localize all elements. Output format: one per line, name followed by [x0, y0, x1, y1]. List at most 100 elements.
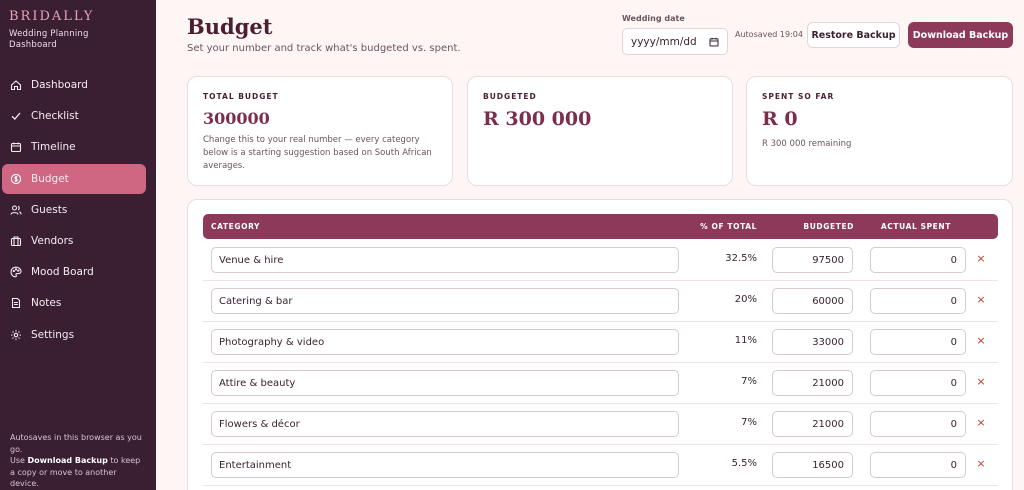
sidebar-item-settings[interactable]: Settings	[2, 320, 146, 350]
brand-subtitle-line1: Wedding Planning	[9, 29, 89, 39]
check-icon	[10, 110, 22, 122]
column-header-pct: % OF TOTAL	[700, 222, 757, 231]
sidebar-item-budget[interactable]: Budget	[2, 163, 146, 194]
actual-spent-input[interactable]: 0	[870, 329, 966, 355]
delete-row-icon[interactable]: ×	[975, 293, 987, 307]
brand-subtitle: Wedding Planning Dashboard	[9, 29, 94, 51]
delete-row-icon[interactable]: ×	[975, 457, 987, 471]
pct-of-total: 5.5%	[731, 458, 757, 469]
category-input[interactable]: Attire & beauty	[211, 370, 679, 396]
column-header-actual: ACTUAL SPENT	[880, 222, 951, 231]
coin-icon	[10, 173, 22, 185]
budgeted-input[interactable]: 21000	[772, 411, 853, 437]
category-input[interactable]: Photography & video	[211, 329, 679, 355]
budget-table-panel: CATEGORY % OF TOTAL BUDGETED ACTUAL SPEN…	[187, 199, 1013, 490]
page-title: Budget	[187, 14, 273, 39]
table-header: CATEGORY % OF TOTAL BUDGETED ACTUAL SPEN…	[203, 214, 998, 239]
budgeted-input[interactable]: 16500	[772, 452, 853, 478]
sidebar-item-label: Checklist	[31, 110, 79, 123]
brand-name: BRIDALLY	[9, 9, 95, 24]
budgeted-value: R 300 000	[483, 108, 592, 130]
sidebar-item-vendors[interactable]: Vendors	[2, 226, 146, 256]
table-row: Photography & video 11% 33000 0 ×	[203, 322, 998, 363]
wedding-date-placeholder: yyyy/mm/dd	[631, 35, 697, 48]
category-input[interactable]: Venue & hire	[211, 247, 679, 273]
remaining-note: R 300 000 remaining	[762, 139, 852, 149]
restore-backup-button[interactable]: Restore Backup	[807, 22, 900, 48]
pct-of-total: 7%	[741, 376, 757, 387]
total-budget-value[interactable]: 300000	[203, 109, 270, 128]
actual-spent-input[interactable]: 0	[870, 370, 966, 396]
autosave-status: Autosaved 19:04	[735, 30, 803, 39]
table-row: Attire & beauty 7% 21000 0 ×	[203, 363, 998, 404]
sidebar-item-dashboard[interactable]: Dashboard	[2, 70, 146, 100]
sidebar-item-label: Guests	[31, 203, 68, 216]
home-icon	[10, 79, 22, 91]
calendar-icon[interactable]	[709, 37, 719, 47]
delete-row-icon[interactable]: ×	[975, 416, 987, 430]
users-icon	[10, 204, 22, 216]
footer-use: Use	[10, 456, 28, 465]
pct-of-total: 32.5%	[725, 253, 757, 264]
spent-value: R 0	[762, 108, 798, 130]
delete-row-icon[interactable]: ×	[975, 252, 987, 266]
sidebar-footer-note: Autosaves in this browser as you go. Use…	[10, 432, 146, 490]
column-header-category: CATEGORY	[211, 222, 261, 231]
sidebar-item-label: Mood Board	[31, 266, 94, 279]
category-input[interactable]: Catering & bar	[211, 288, 679, 314]
sidebar-item-label: Dashboard	[31, 79, 88, 91]
brand: BRIDALLY Wedding Planning Dashboard	[9, 9, 94, 51]
brand-subtitle-line2: Dashboard	[9, 40, 57, 50]
table-row: Flowers & décor 7% 21000 0 ×	[203, 404, 998, 445]
sidebar-item-label: Timeline	[31, 141, 76, 154]
calendar-icon	[10, 141, 22, 153]
spent-caption: SPENT SO FAR	[762, 92, 835, 101]
download-backup-button[interactable]: Download Backup	[908, 22, 1013, 48]
table-row: Venue & hire 32.5% 97500 0 ×	[203, 240, 998, 281]
sidebar-item-guests[interactable]: Guests	[2, 195, 146, 225]
delete-row-icon[interactable]: ×	[975, 334, 987, 348]
sidebar-item-notes[interactable]: Notes	[2, 288, 146, 318]
footer-bold: Download Backup	[27, 456, 108, 465]
actual-spent-input[interactable]: 0	[870, 247, 966, 273]
note-icon	[10, 297, 22, 309]
sidebar-nav: Dashboard Checklist Timeline Budget Gues…	[2, 70, 146, 351]
budgeted-card: BUDGETED R 300 000	[467, 76, 733, 186]
budgeted-input[interactable]: 21000	[772, 370, 853, 396]
pct-of-total: 20%	[734, 294, 757, 305]
sidebar-item-mood-board[interactable]: Mood Board	[2, 257, 146, 287]
delete-row-icon[interactable]: ×	[975, 375, 987, 389]
actual-spent-input[interactable]: 0	[870, 288, 966, 314]
category-input[interactable]: Flowers & décor	[211, 411, 679, 437]
sidebar-item-label: Settings	[31, 328, 75, 341]
sidebar-item-timeline[interactable]: Timeline	[2, 132, 146, 162]
budgeted-input[interactable]: 60000	[772, 288, 853, 314]
footer-line1: Autosaves in this browser as you go.	[10, 433, 142, 454]
pct-of-total: 11%	[734, 335, 757, 346]
actual-spent-input[interactable]: 0	[870, 452, 966, 478]
spent-card: SPENT SO FAR R 0 R 300 000 remaining	[746, 76, 1013, 186]
pct-of-total: 7%	[741, 417, 757, 428]
total-budget-card: TOTAL BUDGET 300000 Change this to your …	[187, 76, 453, 186]
palette-icon	[10, 266, 22, 278]
total-budget-note: Change this to your real number — every …	[203, 135, 432, 171]
sidebar-item-label: Notes	[31, 297, 62, 310]
budgeted-caption: BUDGETED	[483, 92, 537, 101]
sidebar-item-checklist[interactable]: Checklist	[2, 101, 146, 131]
total-budget-caption: TOTAL BUDGET	[203, 92, 279, 101]
budgeted-input[interactable]: 33000	[772, 329, 853, 355]
sidebar-item-label: Vendors	[31, 234, 74, 247]
table-row: Catering & bar 20% 60000 0 ×	[203, 281, 998, 322]
wedding-date-input[interactable]: yyyy/mm/dd	[622, 28, 728, 55]
wedding-date-label: Wedding date	[622, 14, 685, 23]
gear-icon	[10, 329, 22, 341]
category-input[interactable]: Entertainment	[211, 452, 679, 478]
page-subtitle: Set your number and track what's budgete…	[187, 43, 461, 54]
budgeted-input[interactable]: 97500	[772, 247, 853, 273]
briefcase-icon	[10, 235, 22, 247]
table-row: Entertainment 5.5% 16500 0 ×	[203, 445, 998, 486]
column-header-budgeted: BUDGETED	[803, 222, 854, 231]
actual-spent-input[interactable]: 0	[870, 411, 966, 437]
sidebar-item-label: Budget	[31, 172, 69, 185]
sidebar: BRIDALLY Wedding Planning Dashboard Dash…	[0, 0, 156, 490]
